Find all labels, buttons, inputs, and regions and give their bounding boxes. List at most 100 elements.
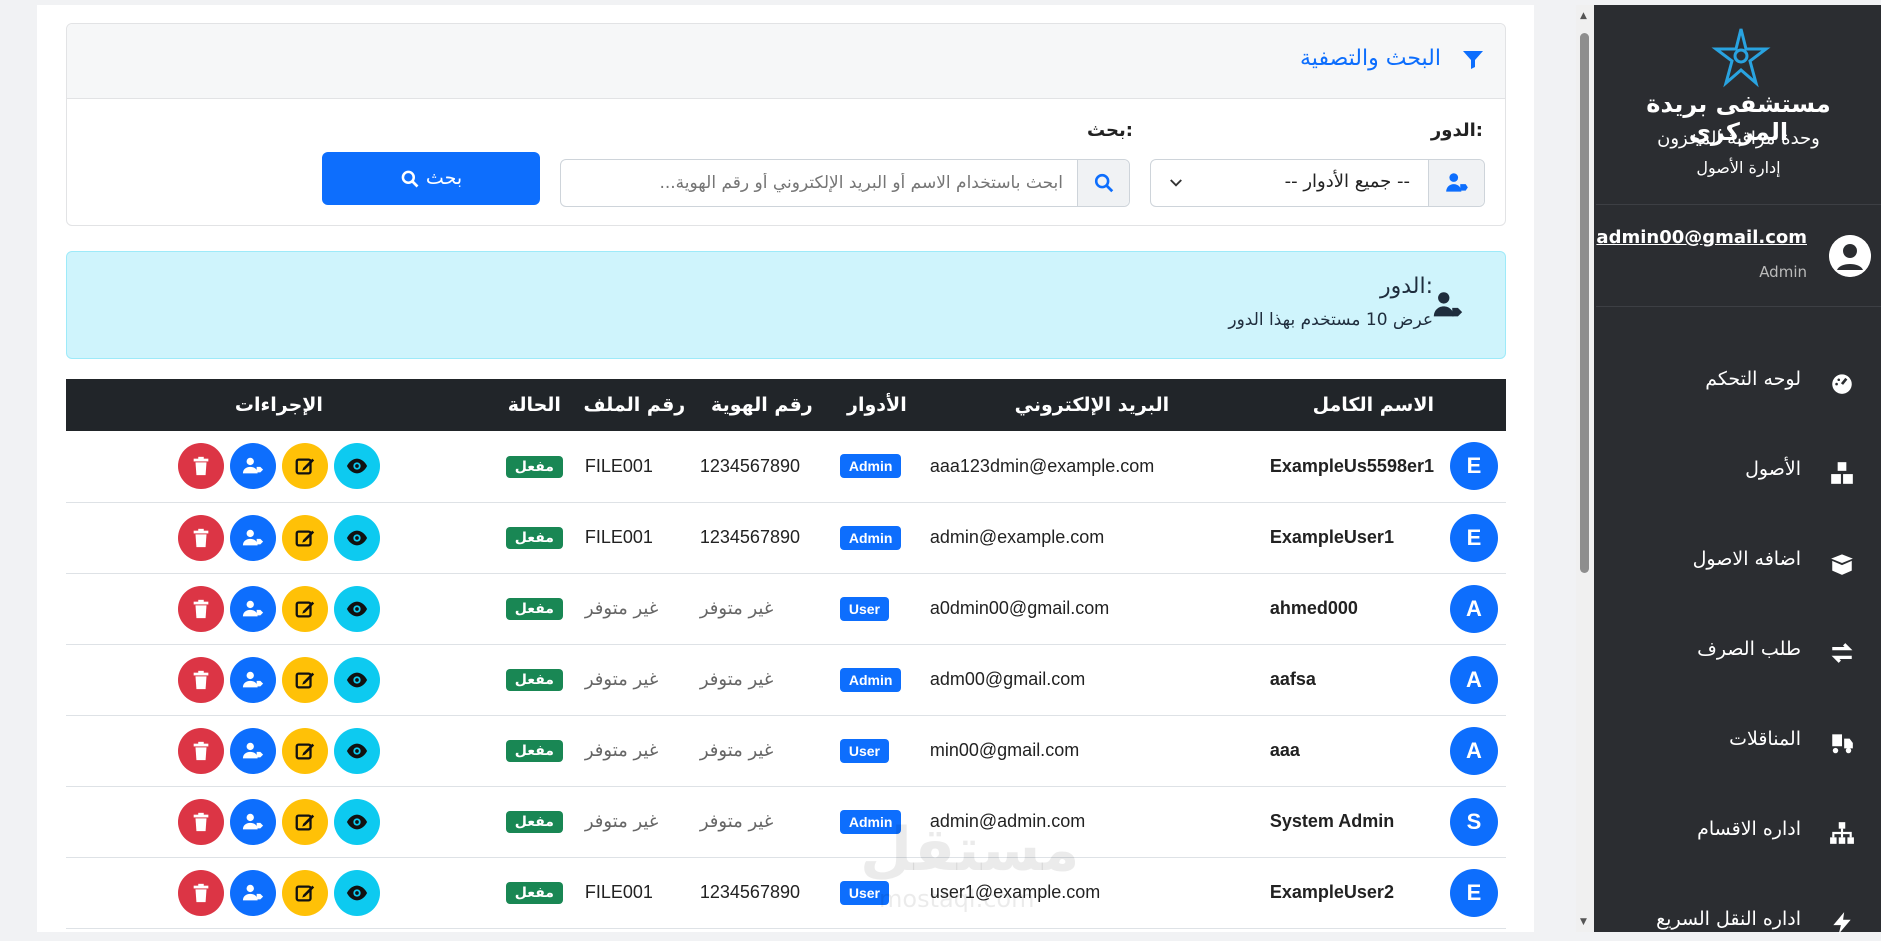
id-number: 1234567890 xyxy=(699,882,800,902)
actions-cell xyxy=(66,644,492,715)
sidebar-item-label: طلب الصرف xyxy=(1697,638,1801,660)
status-badge: مفعل xyxy=(505,882,563,904)
assign-role-button[interactable] xyxy=(229,585,276,632)
search-label: بحث: xyxy=(1087,120,1133,141)
edit-button[interactable] xyxy=(281,514,328,561)
role-select[interactable]: -- جميع الأدوار -- xyxy=(1150,159,1485,207)
avatar-cell: E xyxy=(1442,431,1506,502)
file-number: غير متوفر xyxy=(584,669,659,690)
role-badge: User xyxy=(839,738,890,763)
actions-cell xyxy=(66,857,492,928)
assign-role-button[interactable] xyxy=(229,798,276,845)
header-name: الاسم الكامل xyxy=(1312,394,1434,416)
sidebar-item-1[interactable]: الأصول xyxy=(1596,450,1881,490)
avatar-cell: A xyxy=(1442,715,1506,786)
actions-cell xyxy=(66,502,492,573)
delete-button[interactable] xyxy=(177,656,224,703)
status-badge: مفعل xyxy=(505,598,563,620)
sidebar-item-6[interactable]: اداره النقل السريع xyxy=(1596,900,1881,940)
delete-button[interactable] xyxy=(177,514,224,561)
edit-button[interactable] xyxy=(281,727,328,774)
sidebar-item-3[interactable]: طلب الصرف xyxy=(1596,630,1881,670)
view-button[interactable] xyxy=(333,798,380,845)
view-button[interactable] xyxy=(333,656,380,703)
sidebar-brand: مستشفى بريدة المركزي وحدة مراقبة المخزون… xyxy=(1596,0,1881,205)
sidebar-item-label: لوحه التحكم xyxy=(1705,368,1801,390)
edit-button[interactable] xyxy=(281,869,328,916)
avatar: S xyxy=(1450,797,1498,846)
status-cell: مفعل xyxy=(492,715,577,786)
user-tag-icon xyxy=(1433,292,1463,317)
role-cell: Admin xyxy=(832,502,922,573)
table-row: E ExampleUser2 user1@example.com User 123456… xyxy=(66,857,1506,928)
search-addon xyxy=(1077,160,1129,206)
sidebar-scrollbar[interactable]: ▲ ▼ xyxy=(1576,5,1594,932)
search-button[interactable]: بحث xyxy=(322,152,540,205)
main-content: البحث والتصفية الدور: بحث: -- جميع الأدو… xyxy=(37,5,1534,932)
role-label: الدور: xyxy=(1430,120,1483,141)
delete-button[interactable] xyxy=(177,727,224,774)
avatar: A xyxy=(1450,584,1498,633)
id-number: غير متوفر xyxy=(699,598,774,619)
search-input[interactable] xyxy=(583,170,1063,196)
file-number: غير متوفر xyxy=(584,740,659,761)
role-badge: User xyxy=(839,596,890,621)
actions-cell xyxy=(66,715,492,786)
edit-button[interactable] xyxy=(281,798,328,845)
alert-subtitle: عرض 10 مستخدم بهذا الدور xyxy=(1228,310,1433,330)
avatar: A xyxy=(1450,655,1498,704)
sidebar-item-2[interactable]: اضافه الاصول xyxy=(1596,540,1881,580)
view-button[interactable] xyxy=(333,585,380,632)
sidebar-item-4[interactable]: المناقلات xyxy=(1596,720,1881,760)
header-id: رقم الهوية xyxy=(711,394,813,416)
edit-button[interactable] xyxy=(281,443,328,490)
status-badge: مفعل xyxy=(505,740,563,762)
avatar: E xyxy=(1450,868,1498,917)
status-badge: مفعل xyxy=(505,455,563,478)
id-number: 1234567890 xyxy=(699,455,800,476)
status-cell: مفعل xyxy=(492,431,577,502)
boxes-icon xyxy=(1829,460,1855,486)
view-button[interactable] xyxy=(333,514,380,561)
user-email-link[interactable]: admin00@gmail.com xyxy=(1596,227,1807,248)
file-number: FILE001 xyxy=(584,882,653,902)
role-cell: User xyxy=(832,715,922,786)
assign-role-button[interactable] xyxy=(229,443,276,490)
view-button[interactable] xyxy=(333,443,380,490)
dashboard-icon xyxy=(1829,370,1855,396)
sidebar-item-5[interactable]: اداره الاقسام xyxy=(1596,810,1881,850)
edit-button[interactable] xyxy=(281,585,328,632)
user-name: aafsa xyxy=(1269,669,1316,689)
view-button[interactable] xyxy=(333,869,380,916)
avatar-cell: E xyxy=(1442,502,1506,573)
delete-button[interactable] xyxy=(177,869,224,916)
delete-button[interactable] xyxy=(177,798,224,845)
user-email: adm00@gmail.com xyxy=(929,669,1086,689)
status-badge: مفعل xyxy=(505,811,563,833)
sidebar-item-label: اداره الاقسام xyxy=(1697,818,1801,840)
edit-button[interactable] xyxy=(281,656,328,703)
scroll-down-icon[interactable]: ▼ xyxy=(1580,917,1587,927)
delete-button[interactable] xyxy=(177,585,224,632)
file-number: FILE001 xyxy=(584,527,653,547)
assign-role-button[interactable] xyxy=(229,727,276,774)
view-button[interactable] xyxy=(333,727,380,774)
delete-button[interactable] xyxy=(177,443,224,490)
user-profile: admin00@gmail.com Admin xyxy=(1596,205,1881,307)
scroll-up-icon[interactable]: ▲ xyxy=(1580,11,1587,21)
file-number: غير متوفر xyxy=(584,598,659,619)
role-cell: Admin xyxy=(832,431,922,502)
assign-role-button[interactable] xyxy=(229,869,276,916)
header-actions: الإجراءات xyxy=(234,394,323,416)
table-row: Aahmed000 a0dmin00@gmail.com User غير متوفر… xyxy=(66,573,1506,644)
avatar-cell: A xyxy=(1442,573,1506,644)
assign-role-button[interactable] xyxy=(229,656,276,703)
user-tag-icon xyxy=(1446,173,1468,192)
scrollbar-thumb[interactable] xyxy=(1580,33,1589,573)
file-number: غير متوفر xyxy=(584,811,659,832)
sidebar-item-0[interactable]: لوحه التحكم xyxy=(1596,360,1881,400)
id-number: 1234567890 xyxy=(699,527,800,547)
assign-role-button[interactable] xyxy=(229,514,276,561)
user-name: ExampleUs5598er1 xyxy=(1269,455,1434,476)
filter-icon xyxy=(1463,51,1483,69)
